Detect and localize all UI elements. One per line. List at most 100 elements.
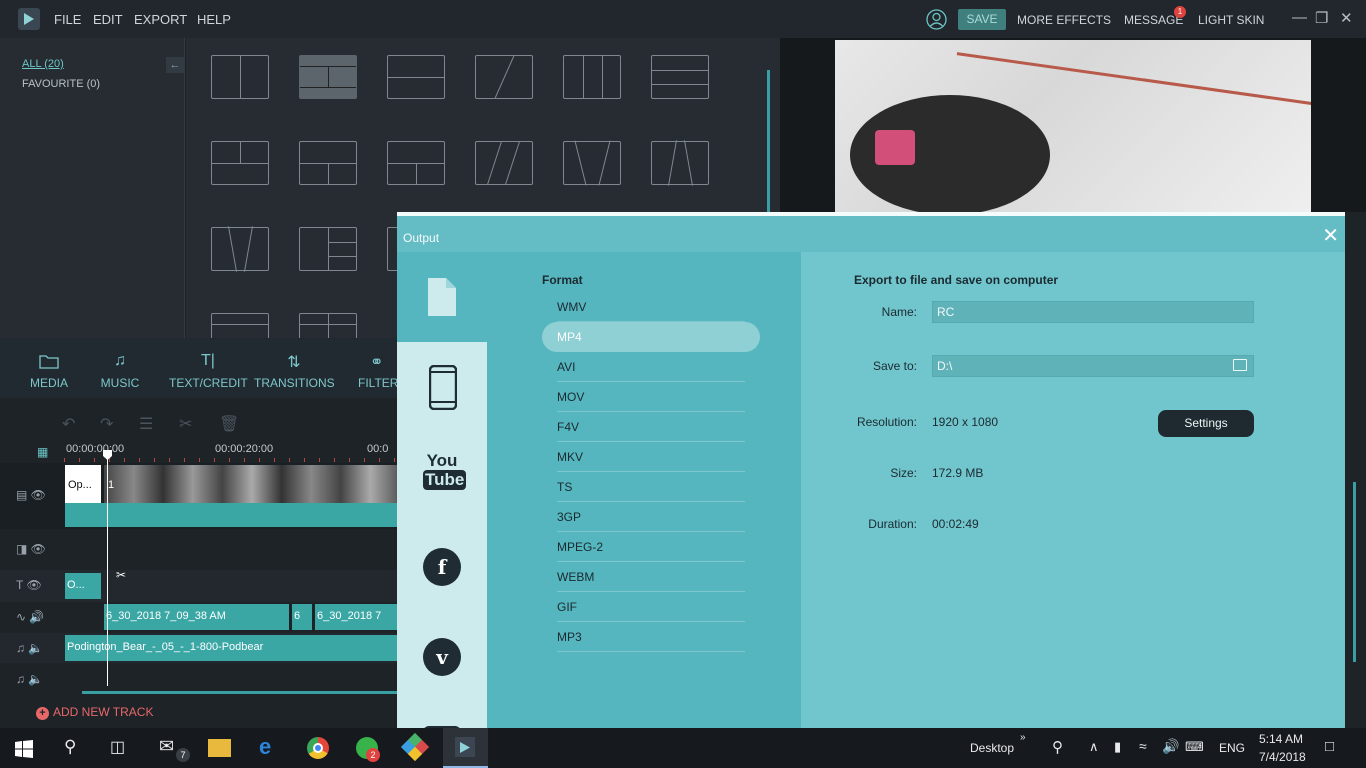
search-icon[interactable]: ⚲ xyxy=(64,737,76,757)
layout-tile[interactable] xyxy=(651,140,709,186)
layout-tile[interactable] xyxy=(563,55,621,99)
category-all[interactable]: ALL (20) xyxy=(22,58,64,70)
close-window-icon[interactable]: ✕ xyxy=(1340,9,1353,27)
layout-tile[interactable] xyxy=(211,313,269,338)
format-option-mp4[interactable]: MP4 xyxy=(542,322,760,352)
close-icon[interactable]: ✕ xyxy=(1322,226,1339,246)
name-input[interactable]: RC xyxy=(932,301,1254,323)
target-device[interactable] xyxy=(397,342,487,432)
mail-app-icon[interactable]: ✉ xyxy=(159,736,174,757)
target-local-device[interactable] xyxy=(397,252,501,342)
category-favourite[interactable]: FAVOURITE (0) xyxy=(22,78,100,90)
playhead[interactable] xyxy=(107,452,108,686)
task-view-icon[interactable]: ◫ xyxy=(110,737,125,757)
layout-tile[interactable] xyxy=(387,141,445,185)
layout-tile[interactable] xyxy=(211,141,269,185)
music-note-icon: ♫ xyxy=(114,352,126,369)
folder-browse-icon[interactable] xyxy=(1233,359,1247,371)
pip-track: ◨ 👁 xyxy=(0,533,400,565)
format-option-mpeg-2[interactable]: MPEG-2 xyxy=(557,532,745,562)
desktop-toolbar[interactable]: Desktop xyxy=(970,741,1014,755)
preview-video-frame xyxy=(835,40,1311,212)
menu-help[interactable]: HELP xyxy=(197,12,231,27)
format-option-mov[interactable]: MOV xyxy=(557,382,745,412)
toolbar-expand-icon[interactable]: » xyxy=(1020,732,1026,743)
format-option-3gp[interactable]: 3GP xyxy=(557,502,745,532)
add-new-track-button[interactable]: + ADD NEW TRACK xyxy=(36,705,153,720)
undo-icon[interactable]: ↶ xyxy=(62,414,75,434)
format-option-gif[interactable]: GIF xyxy=(557,592,745,622)
audio-clip[interactable]: 6_30_2018 7 xyxy=(315,604,400,630)
people-icon[interactable]: ⚲ xyxy=(1052,738,1063,756)
volume-icon[interactable]: 🔊 xyxy=(1162,738,1179,755)
audio-clip[interactable]: 6_30_2018 7_09_38 AM xyxy=(104,604,289,630)
filmora-taskbar-button[interactable] xyxy=(443,728,488,768)
save-to-field[interactable]: D:\ xyxy=(932,355,1254,377)
settings-button[interactable]: Settings xyxy=(1158,410,1254,437)
layout-tile-selected[interactable] xyxy=(299,55,357,99)
text-clip[interactable]: O... xyxy=(65,573,101,599)
adjust-icon[interactable]: ☰ xyxy=(139,414,153,434)
maximize-icon[interactable]: ❐ xyxy=(1315,9,1328,27)
target-vimeo[interactable]: v xyxy=(397,612,487,702)
minimize-icon[interactable]: — xyxy=(1292,9,1307,26)
transition-icon: ⇅ xyxy=(287,354,301,371)
format-option-webm[interactable]: WEBM xyxy=(557,562,745,592)
menu-edit[interactable]: EDIT xyxy=(93,12,123,27)
collapse-panel-icon[interactable]: ← xyxy=(166,57,184,73)
wifi-icon[interactable]: ≈ xyxy=(1139,738,1147,754)
layout-tile[interactable] xyxy=(475,140,533,186)
show-hidden-icons[interactable]: ∧ xyxy=(1089,739,1099,755)
format-option-mkv[interactable]: MKV xyxy=(557,442,745,472)
redo-icon[interactable]: ↷ xyxy=(100,414,113,434)
account-icon[interactable] xyxy=(926,9,947,30)
audio-clip[interactable]: 6 xyxy=(292,604,312,630)
layout-tile[interactable] xyxy=(211,226,269,272)
timeline-settings-icon[interactable]: ▦ xyxy=(37,445,48,459)
chrome-browser-icon[interactable] xyxy=(307,737,329,759)
language-indicator[interactable]: ENG xyxy=(1219,741,1245,755)
video-clip-thumbnails[interactable]: 1 xyxy=(104,465,400,503)
format-option-avi[interactable]: AVI xyxy=(557,352,745,382)
more-effects-link[interactable]: MORE EFFECTS xyxy=(1017,13,1111,27)
tab-transitions[interactable]: ⇅ TRANSITIONS xyxy=(254,352,335,390)
menu-file[interactable]: FILE xyxy=(54,12,81,27)
tab-music[interactable]: ♫ MUSIC xyxy=(98,352,142,390)
save-button[interactable]: SAVE xyxy=(958,9,1006,30)
format-option-mp3[interactable]: MP3 xyxy=(557,622,745,652)
target-facebook[interactable]: f xyxy=(397,522,487,612)
file-explorer-icon[interactable] xyxy=(208,739,231,757)
clock-time[interactable]: 5:14 AM xyxy=(1259,732,1303,746)
delete-icon[interactable]: 🗑 xyxy=(219,414,239,434)
format-option-f4v[interactable]: F4V xyxy=(557,412,745,442)
timeline-hscrollbar[interactable] xyxy=(82,691,400,694)
battery-icon[interactable]: ▮ xyxy=(1114,739,1121,755)
layout-tile[interactable] xyxy=(387,55,445,99)
layout-tile[interactable] xyxy=(475,55,533,99)
clock-date[interactable]: 7/4/2018 xyxy=(1259,750,1306,764)
format-option-ts[interactable]: TS xyxy=(557,472,745,502)
plus-icon: + xyxy=(36,707,49,720)
layout-tile[interactable] xyxy=(299,141,357,185)
layout-tile[interactable] xyxy=(651,55,709,99)
action-center-icon[interactable]: □ xyxy=(1325,738,1334,755)
windows-start-icon[interactable] xyxy=(15,740,37,760)
tab-text-credit[interactable]: T| TEXT/CREDIT xyxy=(169,352,248,390)
app-icon[interactable] xyxy=(400,732,430,762)
keyboard-icon[interactable]: ⌨ xyxy=(1185,739,1204,755)
layout-tile[interactable] xyxy=(211,55,269,99)
target-youtube[interactable]: You Tube xyxy=(397,432,487,522)
video-clip-audio[interactable] xyxy=(65,503,400,527)
music-clip[interactable]: Podington_Bear_-_05_-_1-800-Podbear xyxy=(65,635,400,661)
layout-tile[interactable] xyxy=(299,313,357,338)
layout-tile[interactable] xyxy=(299,227,357,271)
layout-tile[interactable] xyxy=(563,140,621,186)
cut-icon[interactable]: ✂ xyxy=(179,414,192,434)
edge-browser-icon[interactable]: e xyxy=(259,734,271,760)
menu-export[interactable]: EXPORT xyxy=(134,12,187,27)
format-option-wmv[interactable]: WMV xyxy=(557,292,745,322)
tab-media[interactable]: MEDIA xyxy=(28,352,70,390)
tab-filters[interactable]: ⚭ FILTER xyxy=(358,352,400,390)
split-scissors-icon[interactable]: ✂ xyxy=(116,568,126,582)
light-skin-link[interactable]: LIGHT SKIN xyxy=(1198,13,1264,27)
